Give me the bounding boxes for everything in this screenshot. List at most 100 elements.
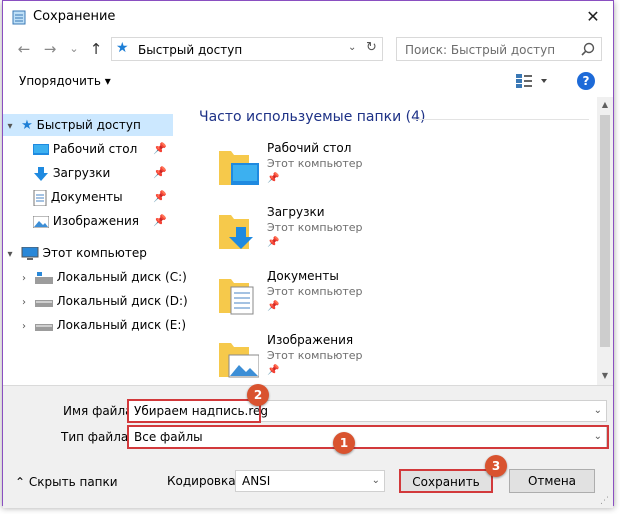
sidebar-item-label: Рабочий стол [52, 142, 138, 156]
cancel-button[interactable]: Отмена [509, 469, 595, 493]
chevron-up-icon: ⌃ [15, 475, 29, 489]
encoding-select[interactable]: ANSI ⌄ [235, 470, 385, 492]
search-input[interactable]: Поиск: Быстрый доступ [396, 37, 602, 61]
navigation-pane: ▾ ★ Быстрый доступ Рабочий стол 📌 Загруз… [3, 101, 188, 385]
sidebar-item-label: Изображения [52, 214, 139, 228]
sidebar-item-label: Быстрый доступ [36, 118, 141, 132]
section-divider [413, 119, 589, 120]
sidebar-item-drive-c[interactable]: › Локальный диск (C:) [17, 266, 187, 290]
sidebar-item-drive-d[interactable]: › Локальный диск (D:) [17, 290, 188, 314]
scrollbar-thumb[interactable] [600, 115, 610, 347]
search-icon [581, 42, 595, 56]
sidebar-item-label: Загрузки [52, 166, 111, 180]
documents-icon [33, 189, 47, 206]
scroll-down-arrow[interactable]: ▼ [597, 371, 613, 380]
pin-icon: 📌 [267, 173, 280, 184]
desktop-icon [33, 143, 49, 155]
windows-drive-icon [34, 271, 53, 284]
navigation-bar: ← → ⌄ ↑ ★ Быстрый доступ ⌄ ↻ Поиск: Быст… [3, 34, 613, 64]
annotation-badge-1: 1 [333, 432, 355, 454]
save-options-panel: Имя файла: Убираем надпись.reg ⌄ 2 Тип ф… [3, 384, 613, 508]
address-bar[interactable]: ★ Быстрый доступ ⌄ ↻ [111, 37, 383, 61]
pin-icon: 📌 [267, 237, 280, 248]
chevron-right-icon[interactable]: › [17, 268, 31, 290]
vertical-scrollbar[interactable]: ▲ ▼ [597, 97, 613, 385]
sidebar-item-label: Локальный диск (E:) [56, 318, 187, 332]
desktop-folder-icon [219, 151, 259, 185]
pin-icon: 📌 [153, 190, 167, 203]
resize-grip-icon[interactable]: ⋰ [600, 496, 609, 506]
recent-locations-button[interactable]: ⌄ [65, 40, 83, 58]
sidebar-item-downloads[interactable]: Загрузки 📌 [33, 162, 173, 184]
quick-access-icon: ★ [116, 40, 129, 56]
view-options-icon[interactable] [515, 73, 549, 89]
folder-tile-desktop[interactable]: Рабочий стол Этот компьютер 📌 [219, 141, 519, 201]
back-button[interactable]: ← [15, 40, 33, 58]
sidebar-item-this-pc[interactable]: ▾ Этот компьютер [3, 242, 173, 264]
title-bar: Сохранение ✕ [3, 1, 613, 33]
annotation-badge-2: 2 [247, 384, 269, 406]
notepad-icon [12, 10, 26, 25]
folder-tile-documents[interactable]: Документы Этот компьютер 📌 [219, 269, 519, 329]
organize-button[interactable]: Упорядочить ▾ [19, 74, 111, 88]
chevron-right-icon[interactable]: › [17, 316, 31, 338]
sidebar-item-pictures[interactable]: Изображения 📌 [32, 210, 173, 232]
save-dialog: Сохранение ✕ ← → ⌄ ↑ ★ Быстрый доступ ⌄ … [2, 0, 614, 508]
chevron-right-icon[interactable]: › [17, 292, 31, 314]
refresh-icon[interactable]: ↻ [366, 40, 377, 55]
folder-tile-pictures[interactable]: Изображения Этот компьютер 📌 [219, 333, 519, 393]
pin-icon: 📌 [153, 142, 167, 155]
save-button[interactable]: Сохранить [399, 469, 493, 493]
downloads-icon [34, 166, 48, 181]
forward-button[interactable]: → [41, 40, 59, 58]
address-text: Быстрый доступ [138, 43, 243, 57]
star-icon: ★ [17, 118, 33, 133]
pin-icon: 📌 [153, 214, 167, 227]
section-header[interactable]: Часто используемые папки (4) [199, 109, 426, 125]
pin-icon: 📌 [153, 166, 167, 179]
tile-location: Этот компьютер [267, 349, 363, 362]
filename-highlight [127, 399, 261, 423]
window-title: Сохранение [33, 9, 116, 24]
filetype-highlight [127, 425, 609, 449]
chevron-down-icon[interactable]: ▾ [3, 116, 17, 138]
tile-name: Рабочий стол [267, 141, 352, 155]
sidebar-item-quick-access[interactable]: ▾ ★ Быстрый доступ [3, 114, 173, 136]
sidebar-item-drive-e[interactable]: › Локальный диск (E:) [17, 314, 186, 338]
sidebar-item-label: Этот компьютер [42, 246, 147, 260]
tile-location: Этот компьютер [267, 285, 363, 298]
tile-location: Этот компьютер [267, 221, 363, 234]
drive-icon [34, 299, 53, 307]
sidebar-item-label: Локальный диск (C:) [56, 270, 187, 284]
sidebar-item-label: Локальный диск (D:) [56, 294, 188, 308]
close-button[interactable]: ✕ [583, 7, 603, 27]
folder-tile-downloads[interactable]: Загрузки Этот компьютер 📌 [219, 205, 519, 265]
annotation-badge-3: 3 [485, 455, 507, 477]
chevron-down-icon[interactable]: ⌄ [348, 42, 356, 53]
chevron-down-icon[interactable]: ⌄ [372, 475, 380, 486]
chevron-down-icon[interactable]: ▾ [3, 244, 17, 266]
up-button[interactable]: ↑ [87, 40, 105, 58]
encoding-label: Кодировка: [167, 474, 240, 488]
command-bar: Упорядочить ▾ ? [3, 65, 613, 97]
computer-icon [21, 246, 39, 260]
pin-icon: 📌 [267, 301, 280, 312]
sidebar-item-desktop[interactable]: Рабочий стол 📌 [33, 138, 173, 160]
sidebar-item-label: Документы [50, 190, 123, 204]
hide-folders-button[interactable]: ⌃ Скрыть папки [15, 475, 118, 489]
documents-folder-icon [219, 279, 254, 315]
help-button[interactable]: ? [577, 72, 595, 90]
pin-icon: 📌 [267, 365, 280, 376]
pictures-icon [32, 215, 50, 228]
pictures-folder-icon [219, 343, 259, 378]
drive-icon [34, 323, 53, 331]
search-placeholder: Поиск: Быстрый доступ [405, 43, 556, 57]
downloads-folder-icon [219, 215, 253, 249]
scroll-up-arrow[interactable]: ▲ [597, 100, 613, 109]
chevron-down-icon[interactable]: ⌄ [594, 405, 602, 416]
tile-name: Документы [267, 269, 339, 283]
hide-folders-label: Скрыть папки [28, 475, 118, 489]
tile-name: Загрузки [267, 205, 325, 219]
tile-name: Изображения [267, 333, 354, 347]
sidebar-item-documents[interactable]: Документы 📌 [33, 186, 173, 208]
